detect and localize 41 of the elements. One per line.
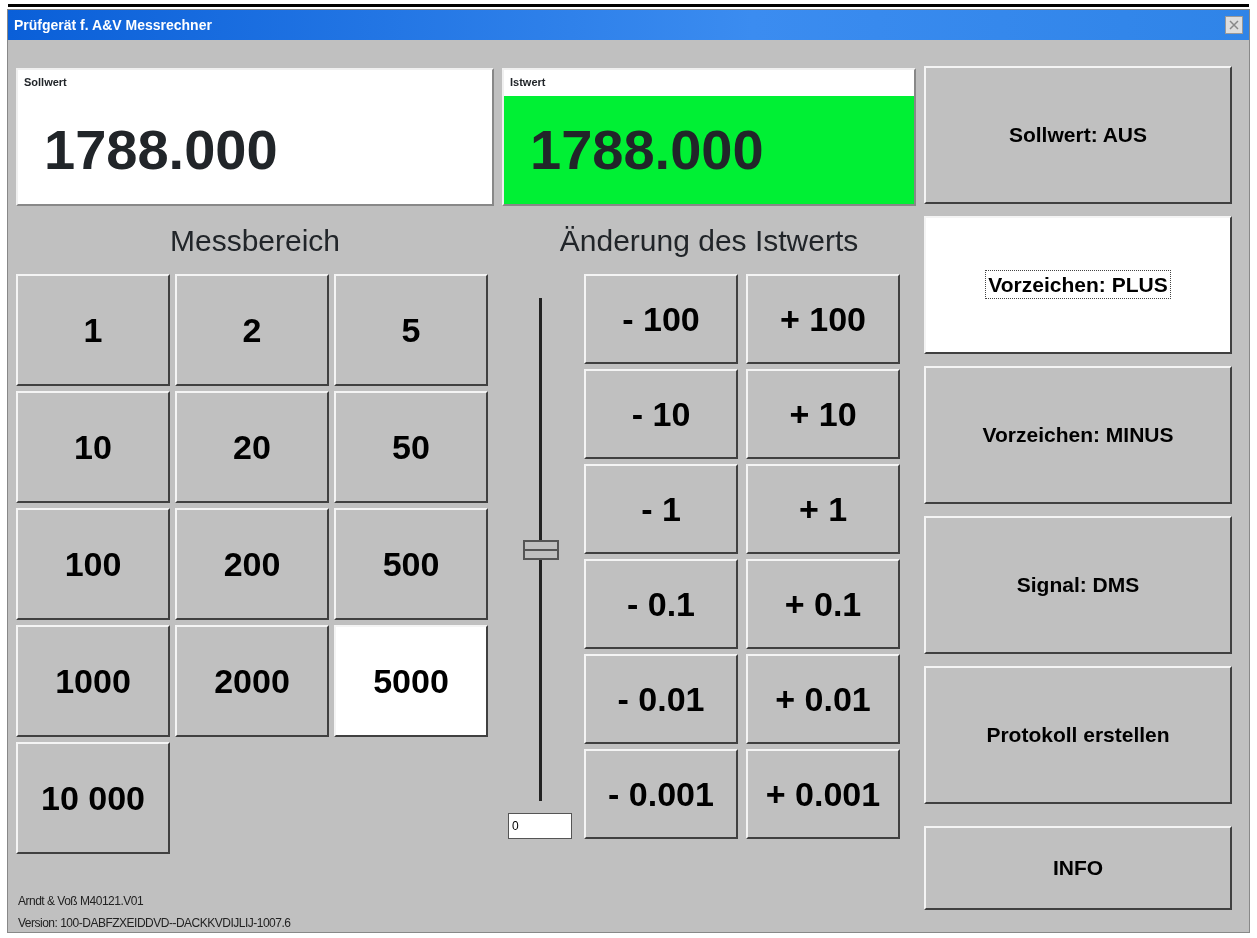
step-button[interactable]: + 10 bbox=[746, 369, 900, 459]
close-button[interactable] bbox=[1225, 16, 1243, 34]
step-button[interactable]: - 100 bbox=[584, 274, 738, 364]
footer-text: Version: 100-DABFZXEIDDVD--DACKKVDIJLIJ-1007.6 bbox=[18, 915, 292, 932]
range-button[interactable]: 10 bbox=[16, 391, 170, 503]
range-button[interactable]: 5000 bbox=[334, 625, 488, 737]
range-button[interactable]: 100 bbox=[16, 508, 170, 620]
action-button[interactable]: Vorzeichen: MINUS bbox=[924, 366, 1232, 504]
range-button[interactable]: 2000 bbox=[175, 625, 329, 737]
section-heading: Messbereich bbox=[168, 222, 342, 259]
value-field[interactable]: 0 bbox=[508, 813, 572, 839]
action-button[interactable]: INFO bbox=[924, 826, 1232, 910]
range-button[interactable]: 200 bbox=[175, 508, 329, 620]
range-button[interactable]: 50 bbox=[334, 391, 488, 503]
step-button[interactable]: - 1 bbox=[584, 464, 738, 554]
action-button[interactable]: Sollwert: AUS bbox=[924, 66, 1232, 204]
action-button[interactable]: Protokoll erstellen bbox=[924, 666, 1232, 804]
range-button[interactable]: 1000 bbox=[16, 625, 170, 737]
action-button[interactable]: Signal: DMS bbox=[924, 516, 1232, 654]
step-button[interactable]: - 10 bbox=[584, 369, 738, 459]
step-button[interactable]: - 0.001 bbox=[584, 749, 738, 839]
step-button[interactable]: - 0.01 bbox=[584, 654, 738, 744]
step-button[interactable]: + 0.01 bbox=[746, 654, 900, 744]
display-value: 1788.000 bbox=[504, 96, 914, 204]
range-button[interactable]: 5 bbox=[334, 274, 488, 386]
window-title: Prüfgerät f. A&V Messrechner bbox=[14, 15, 212, 35]
range-button[interactable]: 10 000 bbox=[16, 742, 170, 854]
section-heading: Änderung des Istwerts bbox=[558, 222, 860, 259]
range-button[interactable]: 2 bbox=[175, 274, 329, 386]
footer-text: Arndt & Voß M40121.V01 bbox=[18, 893, 145, 910]
step-button[interactable]: + 100 bbox=[746, 274, 900, 364]
range-button[interactable]: 1 bbox=[16, 274, 170, 386]
step-button[interactable]: - 0.1 bbox=[584, 559, 738, 649]
range-button[interactable]: 500 bbox=[334, 508, 488, 620]
step-button[interactable]: + 0.001 bbox=[746, 749, 900, 839]
range-button[interactable]: 20 bbox=[175, 391, 329, 503]
action-button[interactable]: Vorzeichen: PLUS bbox=[924, 216, 1232, 354]
step-button[interactable]: + 0.1 bbox=[746, 559, 900, 649]
slider-thumb[interactable] bbox=[522, 539, 559, 560]
step-button[interactable]: + 1 bbox=[746, 464, 900, 554]
close-icon bbox=[1229, 20, 1239, 30]
